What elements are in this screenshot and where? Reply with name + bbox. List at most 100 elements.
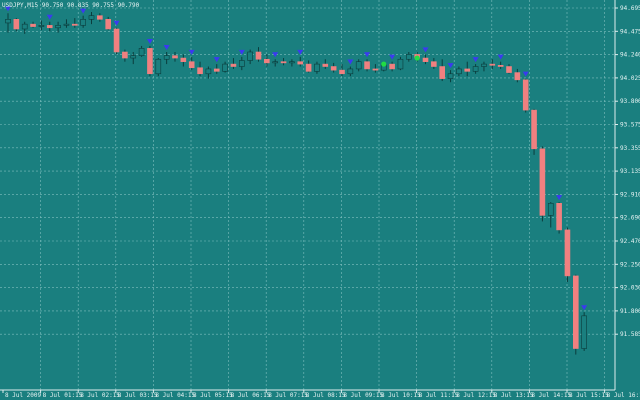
- time-tick-label: 8 Jul 02:15: [80, 392, 120, 399]
- price-tick-label: 93.355: [620, 145, 640, 152]
- time-tick-label: 8 Jul 15:15: [569, 392, 609, 399]
- candle: [113, 27, 120, 55]
- candle-body-bearish: [339, 69, 345, 75]
- candle: [522, 78, 529, 113]
- time-tick-label: 8 Jul 06:15: [231, 392, 271, 399]
- candle-body-bullish: [239, 60, 245, 67]
- candle-body-bullish: [80, 19, 86, 26]
- time-tick-label: 8 Jul 12:15: [456, 392, 496, 399]
- candle: [581, 312, 587, 351]
- time-tick-label: 8 Jul 10:15: [381, 392, 421, 399]
- chart-window: 94.695 94.475 94.240 94.025 93.800 93.575 93.3…: [0, 0, 640, 400]
- candle-body-bullish: [481, 63, 487, 67]
- candle: [531, 108, 537, 155]
- candle: [564, 227, 571, 282]
- candle-body-bullish: [581, 315, 587, 349]
- candle-body-bullish: [205, 68, 212, 75]
- price-tick-label: 94.025: [620, 75, 640, 82]
- candle-body-bullish: [5, 19, 11, 24]
- candle-body-bearish: [97, 15, 103, 20]
- time-tick-label: 8 Jul 09:15: [343, 392, 383, 399]
- candle: [147, 45, 153, 77]
- candle-body-bullish: [222, 63, 228, 72]
- candle-body-bearish: [506, 66, 512, 73]
- candle: [155, 58, 162, 77]
- time-tick-label: 8 Jul 03:15: [118, 392, 158, 399]
- candle-body-bearish: [522, 79, 529, 111]
- candle-body-bullish: [447, 73, 454, 79]
- time-tick-label: 8 Jul 16:15: [607, 392, 640, 399]
- candle-body-bearish: [372, 68, 379, 71]
- candle-body-bearish: [297, 61, 304, 65]
- candle-body-bullish: [355, 61, 362, 70]
- candle-body-bearish: [305, 63, 312, 72]
- price-tick-label: 92.690: [620, 215, 640, 222]
- time-tick-label: 8 Jul 11:15: [419, 392, 459, 399]
- price-tick-label: 92.030: [620, 285, 640, 292]
- candle-body-bearish: [439, 66, 446, 79]
- candle-body-bearish: [389, 63, 395, 70]
- candle-body-bearish: [497, 65, 504, 67]
- candle-body-bearish: [46, 25, 53, 29]
- candle: [539, 146, 546, 222]
- candle-body-bullish: [405, 54, 412, 60]
- candle-body-bearish: [322, 63, 329, 67]
- candle-body-bullish: [456, 68, 462, 75]
- candle-body-bearish: [230, 63, 237, 67]
- candle-body-bearish: [489, 63, 496, 66]
- price-tick-label: 93.575: [620, 122, 640, 129]
- price-tick-label: 91.800: [620, 308, 640, 315]
- price-tick-label: 91.585: [620, 331, 640, 338]
- time-tick-label: 8 Jul 07:15: [268, 392, 308, 399]
- candle-body-bullish: [88, 15, 95, 20]
- candle-body-bearish: [188, 61, 195, 69]
- candle-body-bearish: [172, 55, 178, 59]
- candle-body-bullish: [38, 25, 45, 27]
- candle-body-bullish: [347, 68, 354, 75]
- price-tick-label: 92.910: [620, 191, 640, 198]
- candle: [572, 274, 579, 355]
- candle-body-bullish: [163, 55, 170, 60]
- green-dot-marker: [381, 61, 387, 67]
- candle-body-bullish: [397, 58, 404, 70]
- price-tick-label: 93.135: [620, 168, 640, 175]
- candle-body-bullish: [472, 66, 479, 72]
- candle: [556, 202, 562, 234]
- candle-body-bullish: [55, 25, 61, 29]
- candle-body-bearish: [330, 66, 337, 71]
- candle-body-bearish: [105, 19, 111, 30]
- time-tick-label: 8 Jul 08:15: [306, 392, 346, 399]
- candle-body-bearish: [255, 51, 262, 60]
- candle-body-bearish: [197, 67, 203, 75]
- candle-body-bearish: [72, 23, 78, 26]
- candle-body-bearish: [531, 109, 537, 150]
- time-tick-label: 8 Jul 04:15: [155, 392, 195, 399]
- candle-body-bearish: [213, 68, 220, 72]
- candle-body-bearish: [30, 23, 36, 27]
- time-tick-label: 8 Jul 13:15: [494, 392, 534, 399]
- time-tick-label: 8 Jul 01:15: [43, 392, 83, 399]
- candle-body-bearish: [572, 275, 579, 349]
- candle-body-bullish: [289, 61, 295, 64]
- price-tick-label: 94.475: [620, 28, 640, 35]
- candle-body-bearish: [180, 57, 187, 62]
- candlestick-chart: 94.695 94.475 94.240 94.025 93.800 93.575 93.3…: [0, 0, 640, 400]
- candle-body-bearish: [264, 58, 270, 64]
- candle-body-bearish: [13, 19, 20, 30]
- candle-body-bearish: [147, 48, 153, 75]
- time-tick-label: 8 Jul 2009: [5, 392, 42, 399]
- green-dot-marker: [414, 55, 420, 61]
- candle-body-bearish: [431, 61, 437, 67]
- time-axis-labels: 8 Jul 2009 8 Jul 01:158 Jul 02:158 Jul 03…: [2, 390, 640, 399]
- candle-body-bullish: [130, 55, 137, 59]
- candle-body-bullish: [247, 51, 253, 61]
- price-tick-label: 92.470: [620, 238, 640, 245]
- candle-body-bearish: [564, 229, 571, 277]
- price-tick-label: 93.800: [620, 98, 640, 105]
- time-tick-label: 8 Jul 14:15: [531, 392, 571, 399]
- price-tick-label: 92.250: [620, 261, 640, 268]
- candle-body-bearish: [280, 61, 287, 64]
- candle-body-bullish: [272, 61, 279, 64]
- candle-body-bearish: [464, 68, 471, 72]
- candle-body-bullish: [63, 23, 70, 26]
